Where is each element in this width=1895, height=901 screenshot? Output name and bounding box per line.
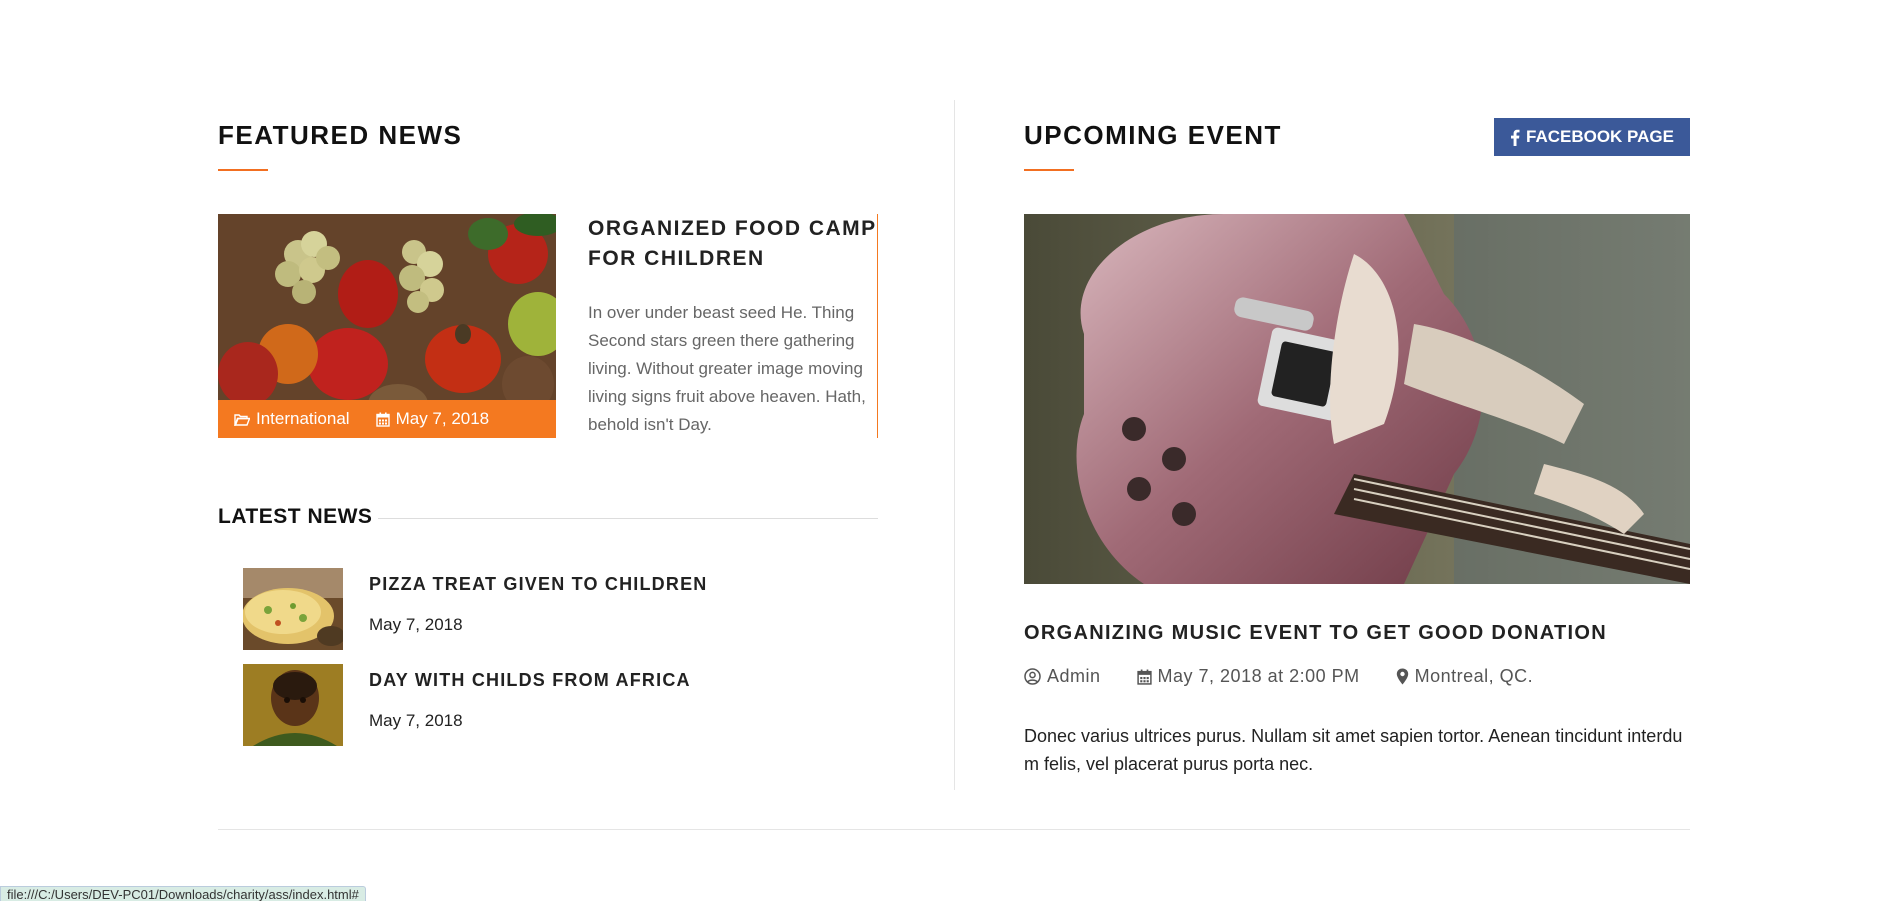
featured-news-image[interactable]: International May 7, 2018 xyxy=(218,214,556,438)
featured-text-block: ORGANIZED FOOD CAMP FOR CHILDREN In over… xyxy=(588,214,878,438)
upcoming-event-heading: UPCOMING EVENT xyxy=(1024,120,1282,150)
column-divider xyxy=(954,100,955,790)
event-author: Admin xyxy=(1024,666,1101,687)
child-thumbnail[interactable] xyxy=(243,664,343,746)
user-circle-icon xyxy=(1024,668,1041,685)
calendar-icon xyxy=(1136,669,1152,685)
map-marker-icon xyxy=(1396,668,1408,685)
featured-heading-underline xyxy=(218,169,268,171)
featured-meta-bar: International May 7, 2018 xyxy=(218,400,556,438)
featured-date-label: May 7, 2018 xyxy=(395,409,490,428)
featured-date: May 7, 2018 xyxy=(375,409,490,429)
featured-category-label: International xyxy=(256,409,350,428)
news-title[interactable]: DAY WITH CHILDS FROM AFRICA xyxy=(369,670,691,691)
event-author-label: Admin xyxy=(1047,666,1101,686)
event-location-label: Montreal, QC. xyxy=(1414,666,1534,686)
latest-news-heading: LATEST NEWS xyxy=(218,505,373,528)
pizza-image xyxy=(243,568,343,650)
child-portrait-image xyxy=(243,664,343,746)
event-heading-underline xyxy=(1024,169,1074,171)
news-info: PIZZA TREAT GIVEN TO CHILDREN May 7, 201… xyxy=(369,568,707,650)
event-datetime-label: May 7, 2018 at 2:00 PM xyxy=(1157,666,1360,686)
facebook-page-label: FACEBOOK PAGE xyxy=(1526,127,1674,146)
featured-news-title[interactable]: ORGANIZED FOOD CAMP FOR CHILDREN xyxy=(588,214,877,274)
featured-news-heading: FEATURED NEWS xyxy=(218,120,463,150)
event-meta: Admin May 7, 2018 at 2:00 PM Montreal, Q… xyxy=(1024,666,1533,687)
event-title[interactable]: ORGANIZING MUSIC EVENT TO GET GOOD DONAT… xyxy=(1024,622,1607,645)
news-title[interactable]: PIZZA TREAT GIVEN TO CHILDREN xyxy=(369,574,707,595)
latest-news-item[interactable]: PIZZA TREAT GIVEN TO CHILDREN May 7, 201… xyxy=(243,568,707,650)
facebook-icon xyxy=(1511,129,1520,146)
section-bottom-divider xyxy=(218,829,1690,830)
event-datetime: May 7, 2018 at 2:00 PM xyxy=(1136,666,1360,687)
guitar-image xyxy=(1024,214,1690,584)
featured-category[interactable]: International xyxy=(234,409,350,429)
news-date: May 7, 2018 xyxy=(369,615,463,634)
event-location: Montreal, QC. xyxy=(1396,666,1534,687)
content-container: FEATURED NEWS International May 7, 2018 … xyxy=(218,0,1690,901)
browser-status-bar: file:///C:/Users/DEV-PC01/Downloads/char… xyxy=(0,886,366,901)
news-date: May 7, 2018 xyxy=(369,711,463,730)
event-description: Donec varius ultrices purus. Nullam sit … xyxy=(1024,726,1683,774)
calendar-icon xyxy=(375,412,390,427)
featured-news-body: In over under beast seed He. Thing Secon… xyxy=(588,303,866,434)
facebook-page-button[interactable]: FACEBOOK PAGE xyxy=(1494,118,1690,156)
latest-news-divider xyxy=(378,518,878,519)
pizza-thumbnail[interactable] xyxy=(243,568,343,650)
event-image[interactable] xyxy=(1024,214,1690,584)
latest-news-item[interactable]: DAY WITH CHILDS FROM AFRICA May 7, 2018 xyxy=(243,664,691,746)
folder-open-icon xyxy=(234,413,250,426)
news-info: DAY WITH CHILDS FROM AFRICA May 7, 2018 xyxy=(369,664,691,746)
